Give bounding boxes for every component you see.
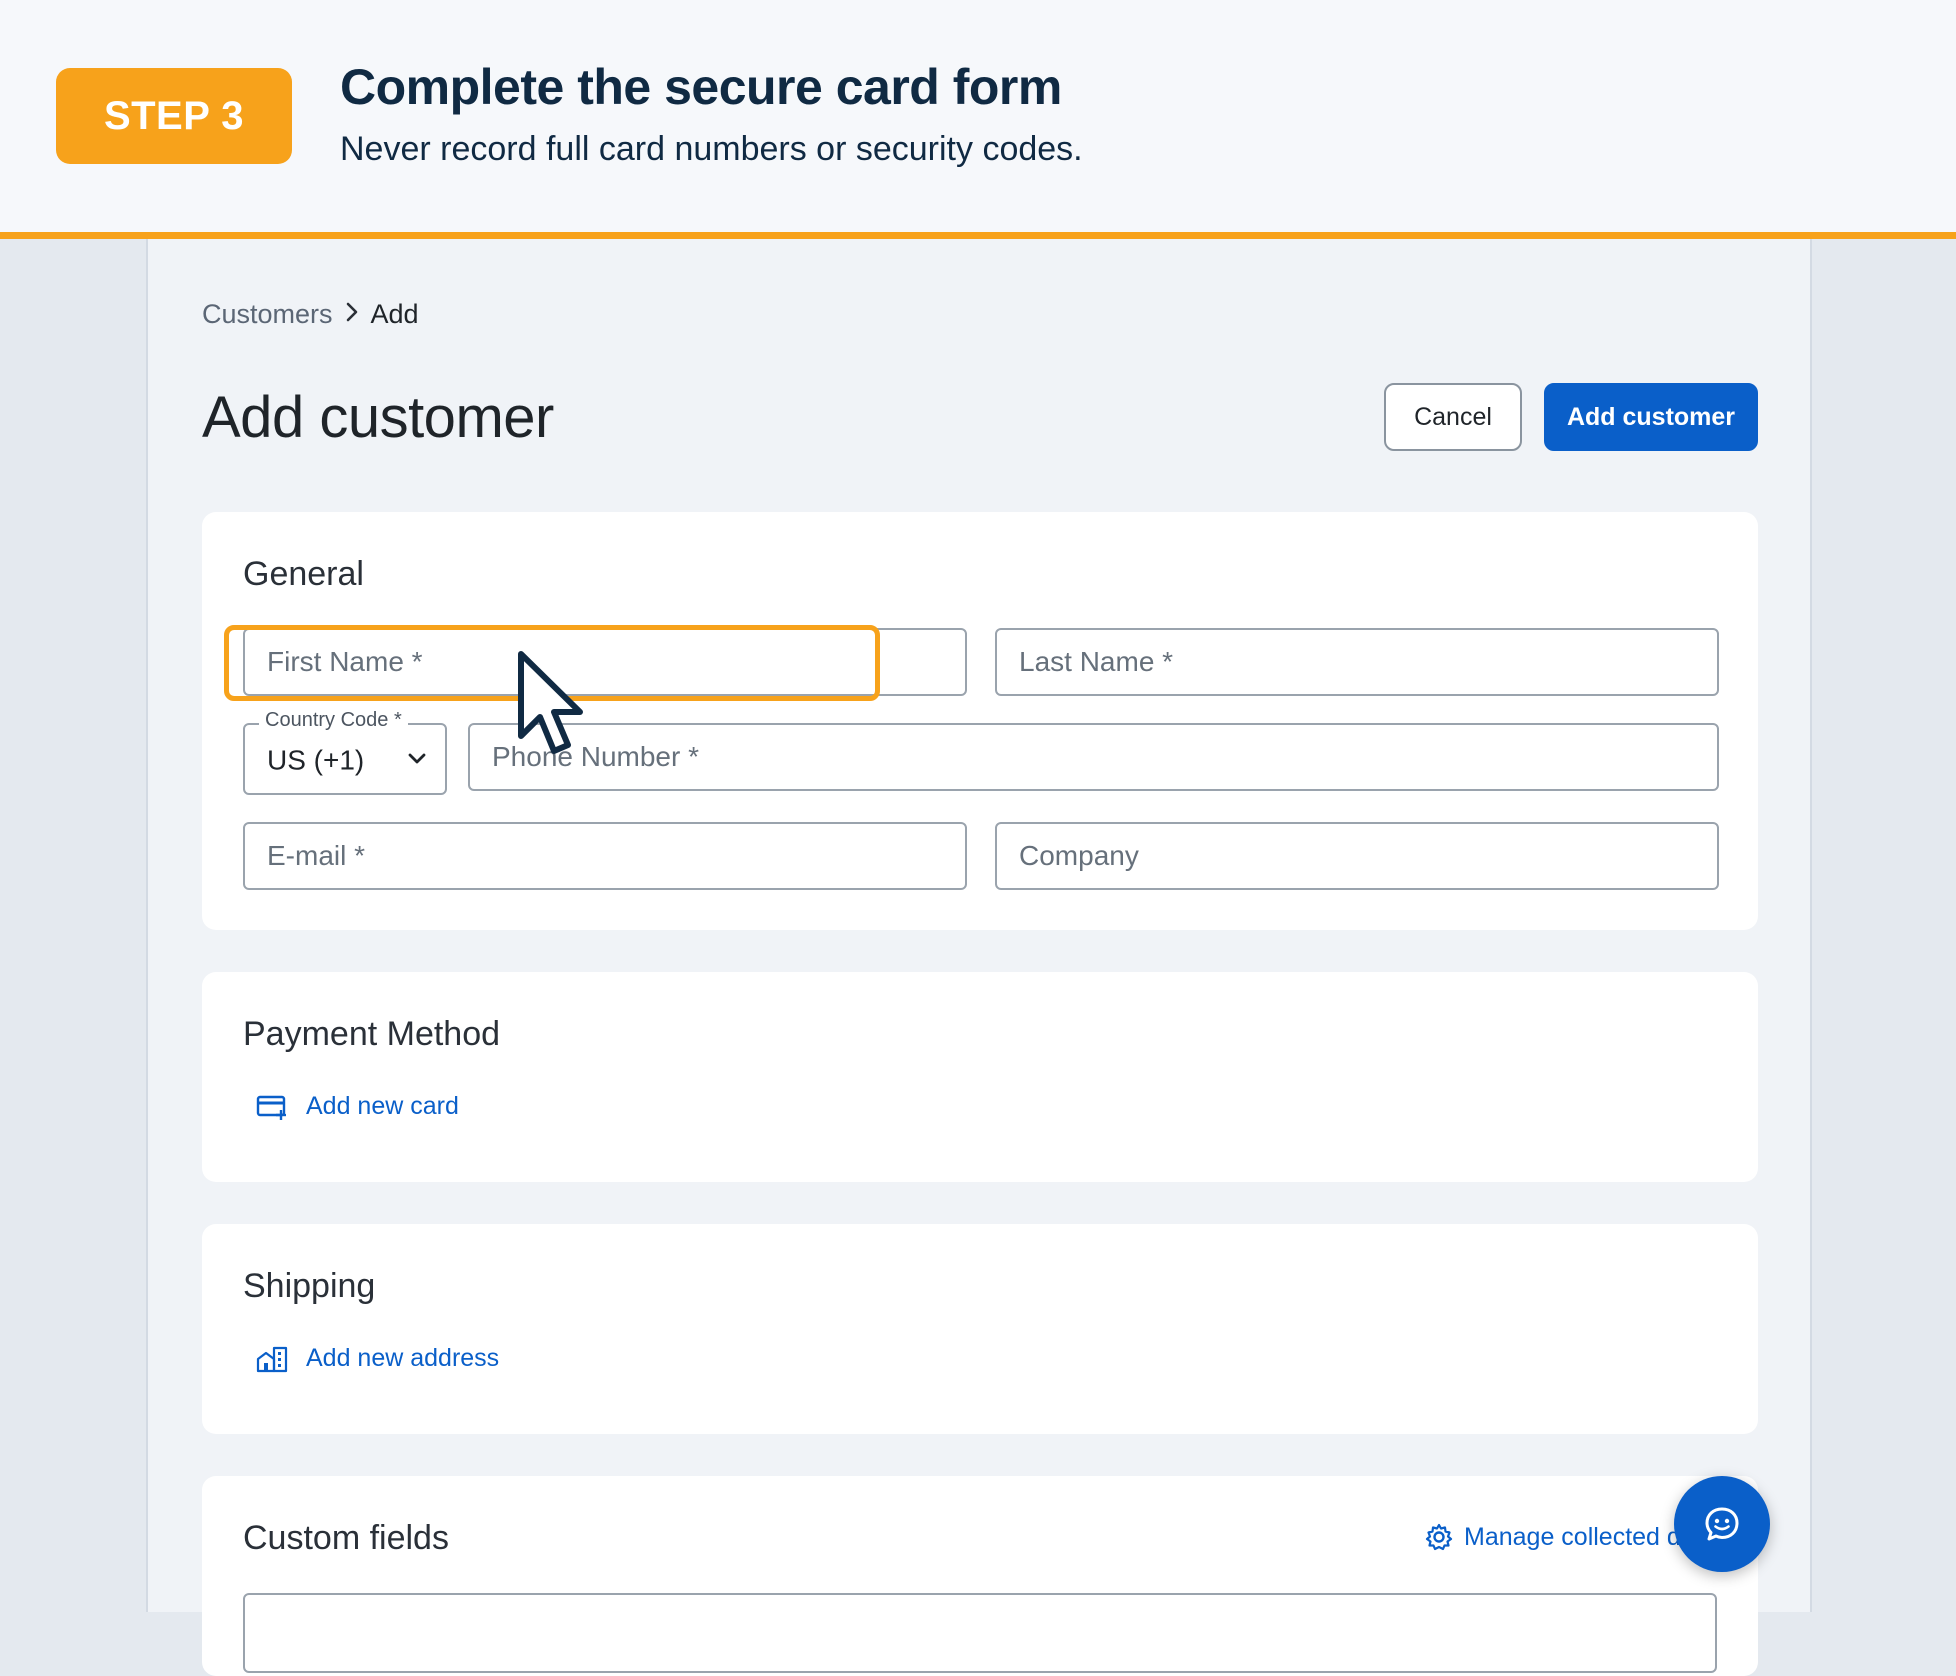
mouse-cursor-icon <box>518 651 583 754</box>
step-banner: STEP 3 Complete the secure card form Nev… <box>0 0 1956 232</box>
breadcrumb-customers-link[interactable]: Customers <box>202 299 333 330</box>
custom-fields-section: Custom fields Manage collected d <box>202 1476 1758 1676</box>
shipping-title: Shipping <box>243 1267 376 1305</box>
country-code-label: Country Code * <box>259 709 408 732</box>
add-new-address-label: Add new address <box>306 1344 500 1372</box>
breadcrumb-current: Add <box>370 299 419 329</box>
banner-divider <box>0 232 1956 239</box>
chat-bubble-icon <box>1705 1507 1739 1541</box>
general-section: General First Name * Last Name * Country… <box>202 512 1758 930</box>
last-name-field[interactable]: Last Name * <box>995 628 1719 696</box>
breadcrumb: Customers Add <box>202 299 419 330</box>
custom-fields-title: Custom fields <box>243 1519 449 1557</box>
last-name-placeholder: Last Name * <box>1019 646 1174 677</box>
company-placeholder: Company <box>1019 840 1139 871</box>
chevron-right-icon <box>345 299 359 330</box>
page-content: Customers Add Add customer Cancel Add cu… <box>146 239 1812 1676</box>
manage-collected-data-label: Manage collected d <box>1464 1522 1681 1551</box>
credit-card-plus-icon <box>256 1095 286 1120</box>
banner-subtitle: Never record full card numbers or securi… <box>340 130 1083 168</box>
cancel-button[interactable]: Cancel <box>1384 383 1522 451</box>
general-section-title: General <box>243 555 364 593</box>
add-new-card-label: Add new card <box>306 1092 459 1120</box>
page-title: Add customer <box>202 385 554 450</box>
payment-method-section: Payment Method Add new card <box>202 972 1758 1182</box>
email-field[interactable]: E-mail * <box>243 822 967 890</box>
country-code-value: US (+1) <box>267 744 365 776</box>
add-customer-button[interactable]: Add customer <box>1544 383 1758 451</box>
company-field[interactable]: Company <box>995 822 1719 890</box>
shipping-section: Shipping Add new address <box>202 1224 1758 1434</box>
payment-method-title: Payment Method <box>243 1015 501 1053</box>
building-icon <box>256 1346 288 1372</box>
chevron-down-icon <box>408 753 426 764</box>
phone-number-field[interactable]: Phone Number * <box>468 723 1719 791</box>
country-code-select[interactable]: Country Code * US (+1) <box>243 709 447 795</box>
gear-icon <box>1425 1523 1453 1551</box>
step-badge: STEP 3 <box>56 68 292 164</box>
email-placeholder: E-mail * <box>267 840 366 871</box>
custom-field-input[interactable] <box>243 1593 1717 1673</box>
add-new-card-link[interactable]: Add new card <box>256 1092 459 1121</box>
add-new-address-link[interactable]: Add new address <box>256 1344 499 1373</box>
chat-button[interactable] <box>1674 1476 1770 1572</box>
banner-title: Complete the secure card form <box>340 59 1062 115</box>
